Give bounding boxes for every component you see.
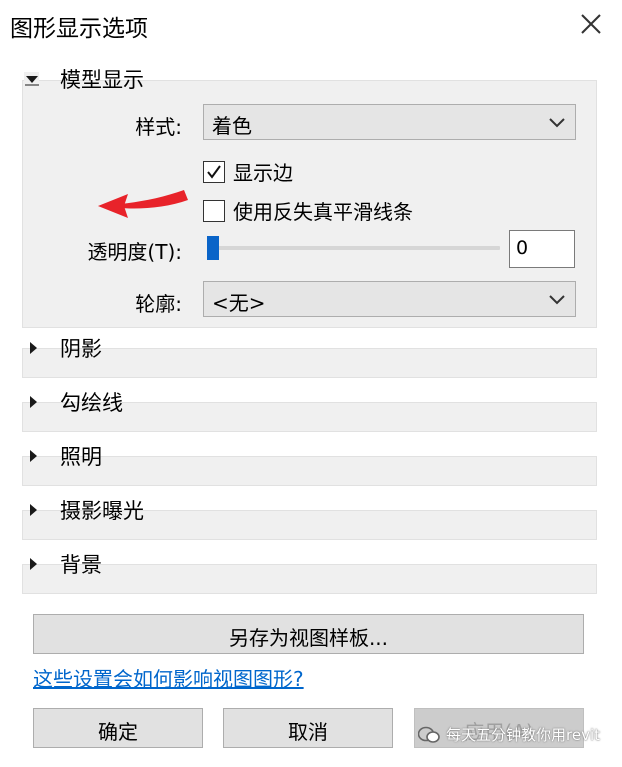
cancel-button[interactable]: 取消 <box>223 708 393 748</box>
expand-icon <box>22 337 44 359</box>
section-label: 阴影 <box>60 337 102 361</box>
style-dropdown[interactable]: 着色 <box>203 104 576 140</box>
expand-icon <box>22 499 44 521</box>
silhouette-label: 轮廓: <box>135 292 182 316</box>
checkmark-icon <box>207 164 221 179</box>
chevron-down-icon <box>549 118 565 128</box>
watermark: 每天五分钟教你用revit <box>418 724 600 745</box>
background-panel <box>22 564 597 594</box>
ok-button[interactable]: 确定 <box>33 708 203 748</box>
model-display-header[interactable]: 模型显示 <box>22 64 144 94</box>
help-link[interactable]: 这些设置会如何影响视图图形? <box>33 663 304 692</box>
expand-icon <box>22 391 44 413</box>
section-label: 摄影曝光 <box>60 499 144 523</box>
ok-label: 确定 <box>98 720 138 744</box>
shadows-panel <box>22 348 597 378</box>
antialias-row[interactable]: 使用反失真平滑线条 <box>203 196 413 225</box>
section-shadows[interactable]: 阴影 <box>22 333 102 363</box>
red-arrow-annotation <box>98 190 188 218</box>
expand-icon <box>22 553 44 575</box>
section-label: 勾绘线 <box>60 391 123 415</box>
title-bar: 图形显示选项 <box>0 0 622 50</box>
lighting-panel <box>22 456 597 486</box>
silhouette-value: <无> <box>212 291 266 315</box>
show-edges-row[interactable]: 显示边 <box>203 157 293 186</box>
section-exposure[interactable]: 摄影曝光 <box>22 495 144 525</box>
transparency-label: 透明度(T): <box>87 240 182 264</box>
transparency-value: 0 <box>516 237 529 259</box>
transparency-slider-thumb[interactable] <box>207 236 219 260</box>
section-background[interactable]: 背景 <box>22 549 102 579</box>
close-icon <box>581 14 601 34</box>
antialias-checkbox[interactable] <box>203 199 225 222</box>
section-lighting[interactable]: 照明 <box>22 441 102 471</box>
transparency-input[interactable]: 0 <box>509 230 575 268</box>
model-display-label: 模型显示 <box>60 68 144 92</box>
show-edges-label: 显示边 <box>233 161 293 185</box>
silhouette-dropdown[interactable]: <无> <box>203 281 576 317</box>
watermark-text: 每天五分钟教你用revit <box>446 726 600 744</box>
style-label: 样式: <box>135 115 182 139</box>
transparency-slider-track[interactable] <box>207 246 500 250</box>
chevron-down-icon <box>549 295 565 305</box>
antialias-label: 使用反失真平滑线条 <box>233 200 413 224</box>
section-label: 背景 <box>60 553 102 577</box>
save-as-template-button[interactable]: 另存为视图样板... <box>33 614 584 654</box>
close-button[interactable] <box>568 6 612 44</box>
dialog-title: 图形显示选项 <box>10 16 148 42</box>
section-label: 照明 <box>60 445 102 469</box>
style-value: 着色 <box>212 114 252 138</box>
collapse-icon <box>22 68 44 90</box>
expand-icon <box>22 445 44 467</box>
save-as-template-label: 另存为视图样板... <box>228 626 389 650</box>
wechat-icon <box>418 726 440 743</box>
show-edges-checkbox[interactable] <box>203 160 225 183</box>
section-sketchy-lines[interactable]: 勾绘线 <box>22 387 123 417</box>
cancel-label: 取消 <box>288 720 328 744</box>
